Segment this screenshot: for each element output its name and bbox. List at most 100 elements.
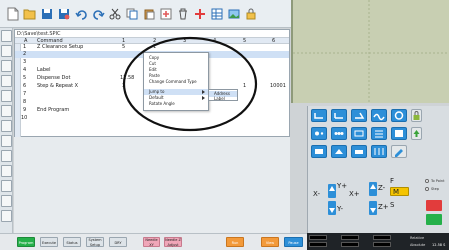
f-label: F [390,177,395,185]
row-command[interactable]: Step & Repeat X [37,83,78,90]
needle-z-adjust-button[interactable]: Needle Z Adjust [164,237,182,247]
save-icon[interactable] [40,6,54,21]
row-number: 5 [23,75,27,81]
dot-tool-icon[interactable] [1,75,12,87]
step-label: Step [431,187,439,191]
redo-icon[interactable] [91,6,105,21]
lock-icon[interactable] [244,6,258,21]
absolute-label: Absolute [410,243,426,247]
run-button[interactable]: Run [226,237,244,247]
dot-button[interactable] [311,127,327,140]
camera-tool-icon[interactable] [1,195,12,207]
insert-row-icon[interactable] [159,6,173,21]
z-plus-jog[interactable] [369,182,377,196]
calibrate-tool-icon[interactable] [1,180,12,192]
new-file-icon[interactable] [6,6,20,21]
arc-tool-icon[interactable] [1,60,12,72]
settings-tool-icon[interactable] [1,210,12,222]
row-number: 1 [23,44,27,50]
height-button[interactable] [351,145,367,158]
pattern-button[interactable] [351,127,367,140]
repeat-tool-icon[interactable] [1,120,12,132]
y-minus-jog[interactable] [328,201,336,215]
paste-icon[interactable] [142,6,156,21]
delete-row-icon[interactable] [176,6,190,21]
dispense-line-button[interactable] [311,109,327,122]
dispense-wave-button[interactable] [371,109,387,122]
lock-button[interactable] [411,109,422,122]
dispense-arc-button[interactable] [331,109,347,122]
dispense-circle-button[interactable] [391,109,407,122]
row-number: 10 [21,115,28,121]
execute-button[interactable]: Execute [40,237,58,247]
x-minus-label[interactable]: X- [313,190,320,198]
program-button[interactable]: Program [17,237,35,247]
z-plus-label[interactable]: Z+ [378,203,389,211]
coord-box [309,242,327,247]
save-as-icon[interactable] [57,6,71,21]
area-fill-button[interactable] [391,127,407,140]
z-minus-label[interactable]: Z- [378,184,385,192]
x-plus-label[interactable]: X+ [349,190,360,198]
bottom-bar: Program Execute Status System Setup DRY … [0,233,307,250]
left-toolbar [0,28,13,233]
home-button[interactable] [426,214,442,225]
needle-xy-button[interactable]: Needle XY [143,237,160,247]
coord-box [373,242,391,247]
copy-icon[interactable] [125,6,139,21]
row-number: 6 [23,83,27,89]
coord-box [373,235,391,240]
to-point-label: To Point [431,179,445,183]
grid-pattern-button[interactable] [371,127,387,140]
z-minus-jog[interactable] [369,201,377,215]
level-button[interactable] [371,145,387,158]
row-command[interactable]: Z Clearance Setup [37,44,83,51]
open-folder-icon[interactable] [23,6,37,21]
line-tool-icon[interactable] [1,45,12,57]
align-tool-icon[interactable] [1,165,12,177]
circle-tool-icon[interactable] [1,90,12,102]
step-radio[interactable] [425,187,429,191]
toolbar [0,0,291,28]
to-point-radio[interactable] [425,179,429,183]
camera-align-button[interactable] [311,145,327,158]
system-setup-button[interactable]: System Setup [86,237,104,247]
row-command[interactable]: End Program [37,107,69,114]
table-icon[interactable] [210,6,224,21]
label-tool-icon[interactable] [1,105,12,117]
row-command[interactable]: Dispense Dot [37,75,70,82]
add-step-icon[interactable] [193,6,207,21]
s-label: S [390,201,395,209]
stop-button[interactable] [426,200,442,211]
control-panel: X- Y+ X+ Y- Z- Z+ F M S To Point Step [307,106,449,233]
row-number: 7 [23,91,27,97]
pause-button[interactable]: Pause [284,237,303,247]
row-command[interactable]: Label [37,67,51,74]
y-minus-label[interactable]: Y- [337,205,343,213]
undo-icon[interactable] [74,6,88,21]
multi-dot-button[interactable] [331,127,347,140]
row-cell[interactable]: 10001 [270,83,286,90]
dispense-corner-button[interactable] [351,109,367,122]
y-plus-label[interactable]: Y+ [337,182,347,190]
select-tool-icon[interactable] [1,30,12,42]
jump-tool-icon[interactable] [1,135,12,147]
dry-button[interactable]: DRY [109,237,127,247]
pen-tool-button[interactable] [391,145,407,158]
y-plus-jog[interactable] [328,184,336,198]
m-button[interactable]: M [390,187,409,196]
coord-box [309,235,327,240]
row-number: 3 [23,59,27,65]
mark-button[interactable] [331,145,347,158]
annotation-ellipse [122,36,258,132]
image-icon[interactable] [227,6,241,21]
up-arrow-button[interactable] [411,127,422,140]
work-area [14,137,290,233]
view-button[interactable]: View [261,237,279,247]
coord-box [341,242,359,247]
status-button[interactable]: Status [63,237,81,247]
row-number: 9 [23,107,27,113]
row-number: 8 [23,99,27,105]
cut-icon[interactable] [108,6,122,21]
pattern-tool-icon[interactable] [1,150,12,162]
